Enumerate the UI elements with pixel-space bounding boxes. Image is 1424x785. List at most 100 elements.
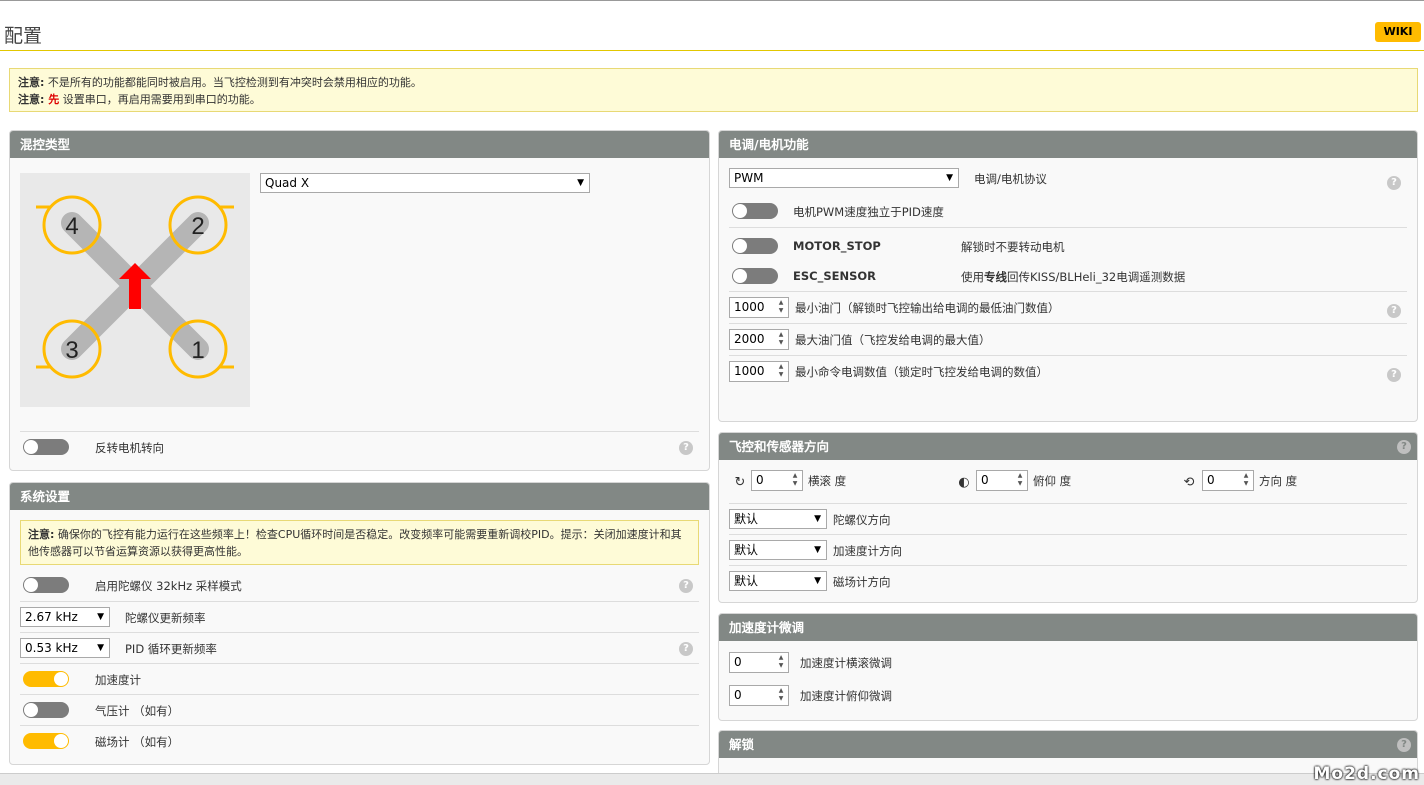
gyro-rate-select[interactable]: 2.67 kHz ▼ [20, 607, 110, 627]
reverse-motor-row: 反转电机转向 ? [20, 431, 699, 461]
chevron-down-icon: ▼ [577, 178, 584, 188]
spinner-icon[interactable]: ▲ ▼ [790, 472, 800, 489]
acc-trim-pitch-input[interactable]: 0 ▲ ▼ [729, 685, 789, 706]
note-label: 注意: [18, 93, 45, 106]
baro-toggle[interactable] [23, 702, 69, 718]
help-icon[interactable]: ? [1387, 176, 1401, 190]
max-throttle-input[interactable]: 2000 ▲ ▼ [729, 329, 789, 350]
motor-stop-row: MOTOR_STOP 解锁时不要转动电机 [729, 227, 1407, 257]
acc-trim-roll-input[interactable]: 0 ▲ ▼ [729, 652, 789, 673]
chevron-down-icon: ▼ [814, 576, 821, 586]
mag-align-select[interactable]: 默认 ▼ [729, 571, 827, 591]
acc-align-select[interactable]: 默认 ▼ [729, 540, 827, 560]
warn-label: 注意: [28, 528, 55, 541]
min-throttle-row: 1000 ▲ ▼ 最小油门（解锁时飞控输出给电调的最低油门数值） ? [729, 291, 1407, 323]
accel-toggle[interactable] [23, 671, 69, 687]
acc-trim-panel: 加速度计微调 0 ▲ ▼ 加速度计横滚微调 0 ▲ ▼ 加速度计俯仰微调 [718, 613, 1418, 721]
roll-label: 横滚 度 [808, 474, 847, 488]
pid-rate-row: 0.53 kHz ▼ PID 循环更新频率 ? [20, 632, 699, 662]
acc-trim-roll-row: 0 ▲ ▼ 加速度计横滚微调 [729, 648, 1407, 681]
motor-label: 3 [65, 337, 78, 364]
motor-label: 4 [65, 213, 78, 240]
board-alignment-panel: 飞控和传感器方向? ↻ 0 ▲ ▼ 横滚 度 ◐ 0 ▲ ▼ 俯仰 度 ⟲ 0 ▲ ▼… [718, 432, 1418, 603]
system-panel-title: 系统设置 [10, 483, 709, 510]
esc-panel-title: 电调/电机功能 [719, 131, 1417, 158]
pitch-input[interactable]: 0 ▲ ▼ [976, 470, 1028, 491]
spinner-icon[interactable]: ▲ ▼ [1015, 472, 1025, 489]
page-title: 配置 [4, 25, 43, 47]
board-angles-row: ↻ 0 ▲ ▼ 横滚 度 ◐ 0 ▲ ▼ 俯仰 度 ⟲ 0 ▲ ▼ 方向 度 [729, 467, 1407, 497]
spinner-icon[interactable]: ▲ ▼ [776, 299, 786, 316]
gyro-align-select[interactable]: 默认 ▼ [729, 509, 827, 529]
accel-label: 加速度计 [95, 673, 141, 687]
gyro-align-row: 默认 ▼ 陀螺仪方向 [729, 503, 1407, 534]
chevron-down-icon: ▼ [814, 545, 821, 555]
motor-label: 2 [191, 213, 204, 240]
min-command-input[interactable]: 1000 ▲ ▼ [729, 361, 789, 382]
note-text: 不是所有的功能都能同时被启用。当飞控检测到有冲突时会禁用相应的功能。 [44, 76, 422, 89]
mixer-type-select[interactable]: Quad X ▼ [260, 173, 590, 193]
motor-stop-name: MOTOR_STOP [793, 239, 881, 253]
help-icon[interactable]: ? [679, 441, 693, 455]
esc-sensor-toggle[interactable] [732, 268, 778, 284]
gyro32-row: 启用陀螺仪 32kHz 采样模式 ? [20, 570, 699, 600]
spinner-icon[interactable]: ▲ ▼ [1241, 472, 1251, 489]
chevron-down-icon: ▼ [97, 612, 104, 622]
help-icon[interactable]: ? [1387, 304, 1401, 318]
gyro32-label: 启用陀螺仪 32kHz 采样模式 [95, 579, 242, 593]
spinner-icon[interactable]: ▲ ▼ [776, 331, 786, 348]
motor-stop-desc: 解锁时不要转动电机 [961, 240, 1065, 254]
acc-trim-pitch-row: 0 ▲ ▼ 加速度计俯仰微调 [729, 681, 1407, 714]
mag-align-label: 磁场计方向 [833, 575, 891, 589]
yaw-input[interactable]: 0 ▲ ▼ [1202, 470, 1254, 491]
accel-row: 加速度计 [20, 663, 699, 693]
esc-protocol-row: PWM ▼ 电调/电机协议 ? [729, 165, 1407, 195]
esc-protocol-select[interactable]: PWM ▼ [729, 168, 959, 188]
gyro32-toggle[interactable] [23, 577, 69, 593]
note-label: 注意: [18, 76, 45, 89]
motor-label: 1 [191, 337, 204, 364]
acc-trim-roll-label: 加速度计横滚微调 [800, 656, 892, 670]
baro-label: 气压计 （如有） [95, 704, 180, 718]
roll-input[interactable]: 0 ▲ ▼ [751, 470, 803, 491]
page-header: 配置 WIKI [0, 1, 1424, 51]
min-throttle-label: 最小油门（解锁时飞控输出给电调的最低油门数值） [795, 301, 1060, 315]
help-icon[interactable]: ? [679, 642, 693, 656]
pid-rate-select[interactable]: 0.53 kHz ▼ [20, 638, 110, 658]
help-icon[interactable]: ? [1397, 738, 1411, 752]
reverse-motor-toggle[interactable] [23, 439, 69, 455]
motor-stop-toggle[interactable] [732, 238, 778, 254]
arming-title: 解锁? [719, 731, 1417, 758]
mag-row: 磁场计 （如有） [20, 725, 699, 755]
status-bar [0, 773, 1424, 785]
spinner-icon[interactable]: ▲ ▼ [776, 363, 786, 380]
note-highlight: 先 [44, 93, 60, 106]
help-icon[interactable]: ? [679, 579, 693, 593]
mag-toggle[interactable] [23, 733, 69, 749]
esc-sensor-name: ESC_SENSOR [793, 269, 877, 283]
note-text: 设置串口，再启用需要用到串口的功能。 [59, 93, 261, 106]
min-throttle-input[interactable]: 1000 ▲ ▼ [729, 297, 789, 318]
chevron-down-icon: ▼ [97, 643, 104, 653]
pid-rate-label: PID 循环更新频率 [125, 642, 217, 656]
esc-protocol-label: 电调/电机协议 [974, 172, 1047, 186]
chevron-down-icon: ▼ [946, 173, 953, 183]
wiki-button[interactable]: WIKI [1375, 22, 1421, 42]
chevron-down-icon: ▼ [814, 514, 821, 524]
gyro-rate-row: 2.67 kHz ▼ 陀螺仪更新频率 [20, 601, 699, 631]
min-command-label: 最小命令电调数值（锁定时飞控发给电调的数值） [795, 365, 1048, 379]
watermark: Mo2d.com [1313, 764, 1420, 784]
help-icon[interactable]: ? [1397, 440, 1411, 454]
mixer-type-value: Quad X [265, 176, 310, 190]
acc-trim-pitch-label: 加速度计俯仰微调 [800, 689, 892, 703]
spinner-icon[interactable]: ▲ ▼ [776, 654, 786, 671]
pitch-label: 俯仰 度 [1033, 474, 1072, 488]
mixer-panel: 混控类型 4 2 3 1 Quad X ▼ 反转电机转向 ? [9, 130, 710, 471]
esc-sensor-row: ESC_SENSOR 使用专线回传KISS/BLHeli_32电调遥测数据 [729, 261, 1407, 291]
spinner-icon[interactable]: ▲ ▼ [776, 687, 786, 704]
unsynced-pwm-row: 电机PWM速度独立于PID速度 [729, 197, 1407, 227]
help-icon[interactable]: ? [1387, 368, 1401, 382]
gyro-rate-label: 陀螺仪更新频率 [125, 611, 206, 625]
unsynced-pwm-toggle[interactable] [732, 203, 778, 219]
esc-panel: 电调/电机功能 PWM ▼ 电调/电机协议 ? 电机PWM速度独立于PID速度 … [718, 130, 1418, 422]
